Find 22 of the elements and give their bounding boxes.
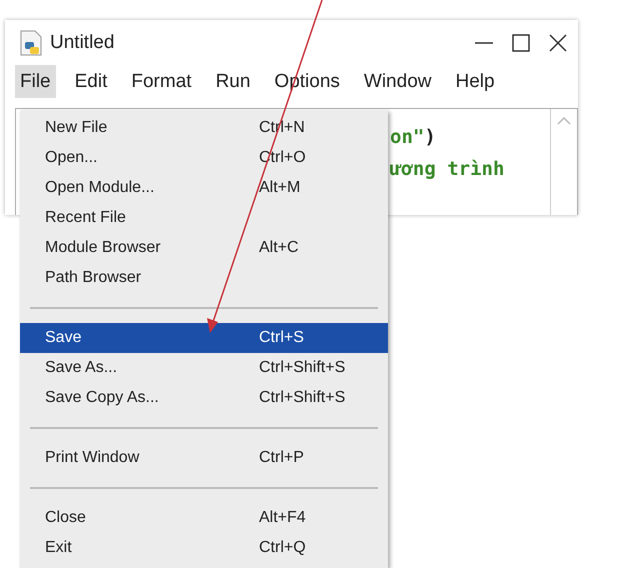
menu-item[interactable]: Exit Ctrl+Q: [20, 533, 388, 563]
code-line: on"): [390, 125, 437, 150]
close-icon[interactable]: [548, 32, 568, 52]
menu-item[interactable]: Open Module... Alt+M: [20, 173, 388, 203]
maximize-icon[interactable]: [512, 34, 530, 52]
menu-item[interactable]: Save Copy As... Ctrl+Shift+S: [20, 383, 388, 413]
code-line: ương trình: [390, 157, 506, 182]
menu-bar-item[interactable]: Format: [126, 65, 197, 98]
menu-item[interactable]: Path Browser: [20, 263, 388, 293]
python-file-icon: [20, 30, 42, 56]
menu-bar-item[interactable]: File: [15, 65, 56, 98]
menu-item[interactable]: Save Ctrl+S: [20, 323, 388, 353]
menu-item[interactable]: Module Browser Alt+C: [20, 233, 388, 263]
menu-bar-item[interactable]: Help: [450, 65, 500, 98]
menu-bar-item[interactable]: Window: [358, 65, 436, 98]
menu-item[interactable]: Recent File: [20, 203, 388, 233]
menu-item[interactable]: Save As... Ctrl+Shift+S: [20, 353, 388, 383]
menu-item[interactable]: Close Alt+F4: [20, 503, 388, 533]
menu-bar-item[interactable]: Run: [210, 65, 256, 98]
menu-bar-item[interactable]: Edit: [70, 65, 112, 98]
menu-item[interactable]: Print Window Ctrl+P: [20, 443, 388, 473]
window-title: Untitled: [50, 32, 116, 54]
